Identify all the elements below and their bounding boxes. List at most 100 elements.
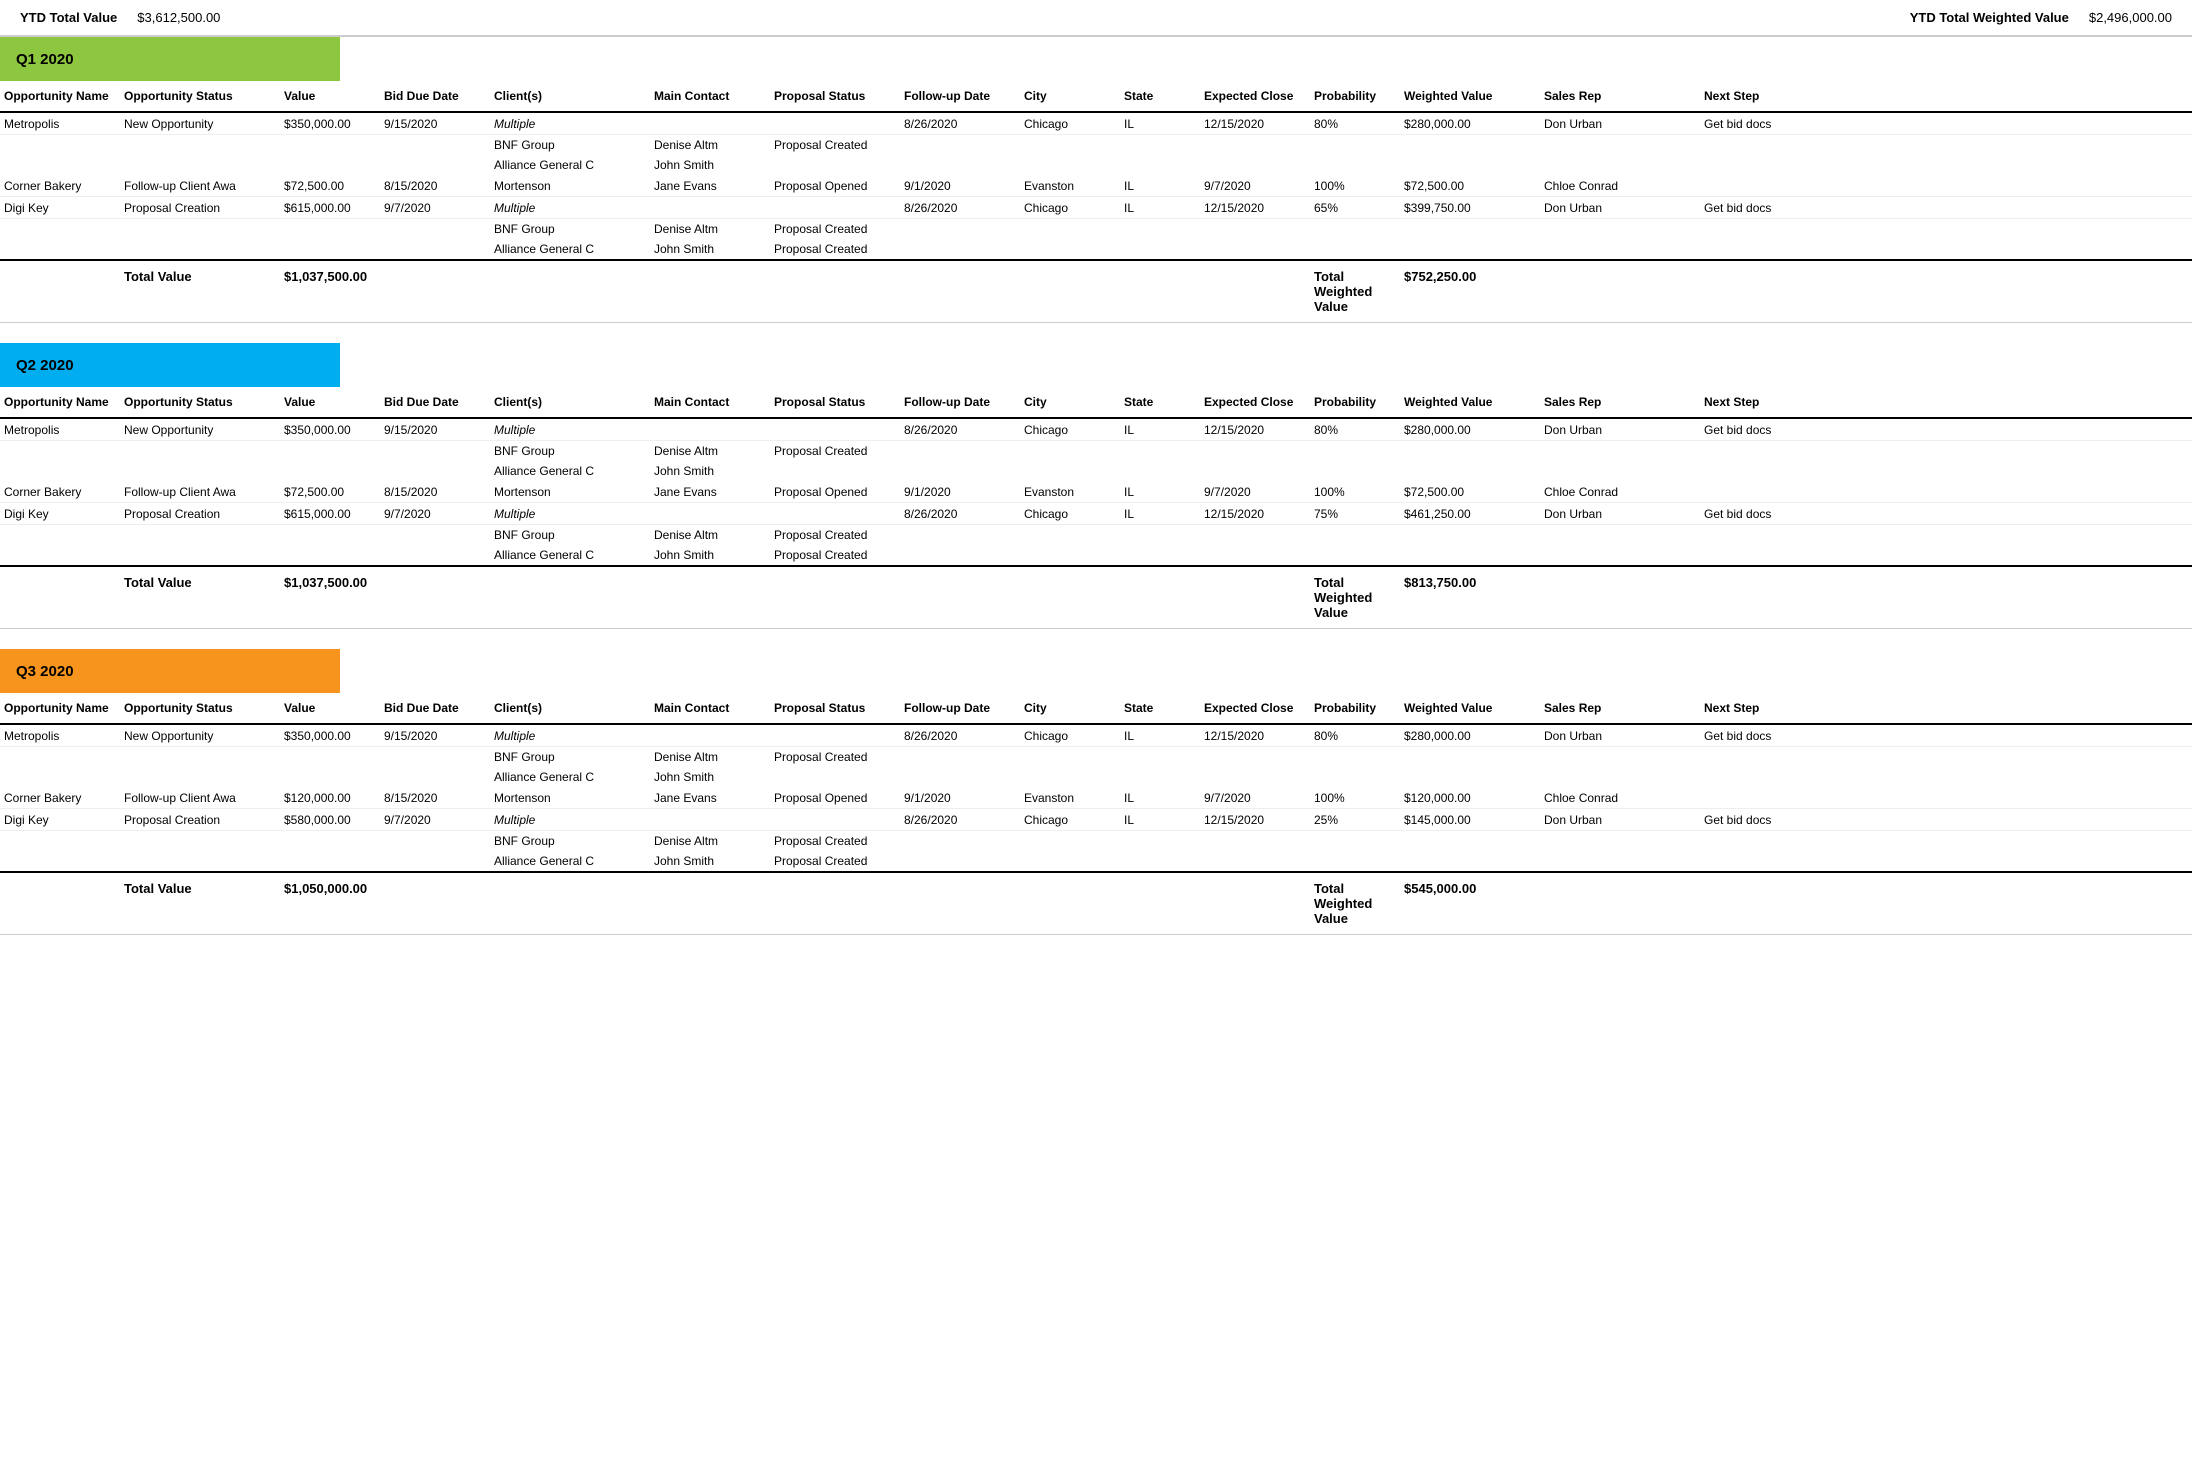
table-cell: 8/26/2020 <box>900 197 1020 218</box>
table-cell: 9/1/2020 <box>900 175 1020 196</box>
table-cell: Proposal Opened <box>770 175 900 196</box>
ytd-total-value: $3,612,500.00 <box>137 10 220 25</box>
table-cell <box>900 155 1020 175</box>
table-cell <box>280 851 380 871</box>
table-cell: Multiple <box>490 419 650 440</box>
table-cell <box>900 219 1020 239</box>
total-cell <box>490 879 650 928</box>
table-cell <box>900 767 1020 787</box>
table-cell: BNF Group <box>490 441 650 461</box>
table-cell: Proposal Created <box>770 135 900 155</box>
table-cell: 8/15/2020 <box>380 787 490 808</box>
table-cell <box>770 503 900 524</box>
table-cell: $120,000.00 <box>1400 787 1540 808</box>
table-cell: BNF Group <box>490 219 650 239</box>
table-cell <box>280 747 380 767</box>
table-cell <box>1700 441 1820 461</box>
table-cell: 9/7/2020 <box>1200 481 1310 502</box>
table-cell: Corner Bakery <box>0 787 120 808</box>
ytd-total-label: YTD Total Value <box>20 10 117 25</box>
table-cell: 9/1/2020 <box>900 481 1020 502</box>
table-cell: $350,000.00 <box>280 419 380 440</box>
table-cell: Chicago <box>1020 809 1120 830</box>
table-cell <box>120 155 280 175</box>
column-header: City <box>1020 393 1120 411</box>
table-cell <box>1310 831 1400 851</box>
table-cell: $350,000.00 <box>280 725 380 746</box>
table-cell <box>0 831 120 851</box>
table-cell: 9/15/2020 <box>380 113 490 134</box>
table-cell: Don Urban <box>1540 197 1700 218</box>
column-header: Expected Close <box>1200 699 1310 717</box>
total-cell <box>1540 573 1700 622</box>
table-cell <box>1020 831 1120 851</box>
table-cell <box>1540 219 1700 239</box>
total-cell: Total Weighted Value <box>1310 573 1400 622</box>
table-cell <box>1700 175 1820 196</box>
table-cell <box>1700 851 1820 871</box>
table-cell: 12/15/2020 <box>1200 503 1310 524</box>
col-headers-1: Opportunity NameOpportunity StatusValueB… <box>0 387 2192 419</box>
table-cell: 9/7/2020 <box>380 809 490 830</box>
column-header: Opportunity Status <box>120 87 280 105</box>
table-cell: IL <box>1120 113 1200 134</box>
total-cell <box>1120 267 1200 316</box>
column-header: Weighted Value <box>1400 87 1540 105</box>
table-cell: 8/15/2020 <box>380 175 490 196</box>
column-header: Opportunity Status <box>120 699 280 717</box>
table-cell: Don Urban <box>1540 419 1700 440</box>
table-sub-row: Alliance General CJohn Smith <box>0 767 2192 787</box>
table-cell: Denise Altm <box>650 525 770 545</box>
table-sub-row: BNF GroupDenise AltmProposal Created <box>0 441 2192 461</box>
table-cell <box>380 461 490 481</box>
table-cell: IL <box>1120 419 1200 440</box>
table-cell <box>120 219 280 239</box>
table-cell: Follow-up Client Awa <box>120 481 280 502</box>
table-cell <box>1700 831 1820 851</box>
table-cell <box>1540 851 1700 871</box>
table-row: Digi KeyProposal Creation$580,000.009/7/… <box>0 809 2192 831</box>
table-cell: $120,000.00 <box>280 787 380 808</box>
table-cell: John Smith <box>650 155 770 175</box>
table-cell: Metropolis <box>0 419 120 440</box>
table-cell: Don Urban <box>1540 113 1700 134</box>
total-cell <box>900 573 1020 622</box>
table-cell <box>380 441 490 461</box>
table-cell <box>1310 851 1400 871</box>
table-cell: Proposal Creation <box>120 197 280 218</box>
table-cell: Mortenson <box>490 787 650 808</box>
column-header: Client(s) <box>490 87 650 105</box>
table-cell: Alliance General C <box>490 239 650 259</box>
total-cell <box>650 879 770 928</box>
table-cell <box>1120 441 1200 461</box>
column-header: Client(s) <box>490 699 650 717</box>
quarter-header-1: Q2 2020 <box>0 343 340 387</box>
table-cell <box>900 441 1020 461</box>
table-cell <box>280 135 380 155</box>
column-header: Expected Close <box>1200 87 1310 105</box>
col-headers-2: Opportunity NameOpportunity StatusValueB… <box>0 693 2192 725</box>
table-cell <box>1120 155 1200 175</box>
table-cell: Denise Altm <box>650 441 770 461</box>
table-cell <box>900 545 1020 565</box>
table-cell: Proposal Created <box>770 525 900 545</box>
table-cell: 8/26/2020 <box>900 419 1020 440</box>
total-cell <box>1540 879 1700 928</box>
table-cell <box>120 135 280 155</box>
table-cell: Chicago <box>1020 197 1120 218</box>
table-cell: $399,750.00 <box>1400 197 1540 218</box>
total-cell <box>1540 267 1700 316</box>
table-cell: Alliance General C <box>490 851 650 871</box>
table-sub-row: BNF GroupDenise AltmProposal Created <box>0 831 2192 851</box>
table-cell: New Opportunity <box>120 113 280 134</box>
total-cell: $1,050,000.00 <box>280 879 380 928</box>
column-header: Weighted Value <box>1400 393 1540 411</box>
table-cell: Denise Altm <box>650 831 770 851</box>
table-cell <box>1020 545 1120 565</box>
table-cell: 9/7/2020 <box>380 503 490 524</box>
col-headers-0: Opportunity NameOpportunity StatusValueB… <box>0 81 2192 113</box>
table-cell: IL <box>1120 481 1200 502</box>
table-cell: New Opportunity <box>120 725 280 746</box>
table-row: Digi KeyProposal Creation$615,000.009/7/… <box>0 503 2192 525</box>
table-cell <box>380 747 490 767</box>
